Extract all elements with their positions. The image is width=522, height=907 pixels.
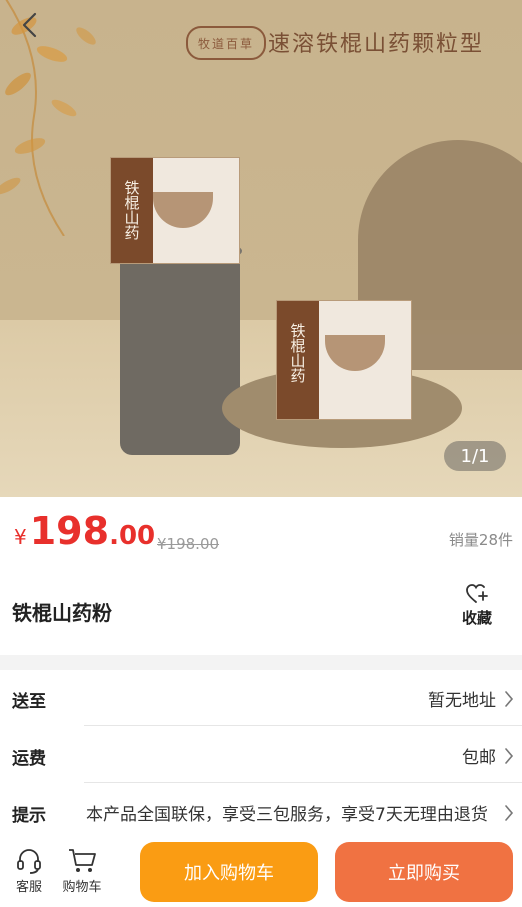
freight-label: 运费 [12,749,46,769]
bottom-action-bar: 客服 购物车 加入购物车 立即购买 [0,837,522,907]
product-info-panel: ¥ 198 .00 ¥198.00 销量28件 铁棍山药粉 收藏 [0,497,522,655]
customer-service-label: 客服 [15,880,42,895]
original-price: ¥198.00 [157,535,220,553]
chevron-left-icon [22,12,37,38]
divider [84,725,522,726]
product-image[interactable]: 铁棍山药 铁棍山药 牧道百草 速溶铁棍山药颗粒型 1/1 [0,0,522,497]
add-to-cart-button[interactable]: 加入购物车 [140,842,318,902]
ship-to-label: 送至 [12,692,46,712]
freight-value: 包邮 [462,748,496,768]
favorite-button[interactable]: 收藏 [452,583,502,628]
price-decimal: .00 [109,521,156,551]
chevron-right-icon [505,691,514,707]
product-name: 铁棍山药粉 [12,601,112,625]
back-button[interactable] [14,10,44,40]
shopping-cart-icon [69,849,96,872]
cart-button[interactable]: 购物车 [58,847,106,895]
tips-row[interactable]: 提示 本产品全国联保，享受三包服务，享受7天无理由退货 [0,784,522,840]
currency-symbol: ¥ [14,525,27,549]
ship-to-row[interactable]: 送至 暂无地址 [0,670,522,726]
ship-to-value: 暂无地址 [428,691,496,711]
tips-label: 提示 [12,806,46,826]
hero-title: 速溶铁棍山药颗粒型 [268,32,485,57]
cart-label: 购物车 [62,880,102,895]
box-spine-text: 铁棍山药 [288,323,307,383]
favorite-label: 收藏 [461,609,492,627]
tips-value: 本产品全国联保，享受三包服务，享受7天无理由退货 [86,805,488,825]
chevron-right-icon [505,748,514,764]
freight-row[interactable]: 运费 包邮 [0,727,522,783]
heart-plus-icon [466,584,488,603]
sales-count: 销量28件 [448,531,513,549]
brand-seal-logo: 牧道百草 [186,26,266,60]
chevron-right-icon [505,805,514,821]
headset-icon [17,849,41,874]
buy-now-button[interactable]: 立即购买 [335,842,513,902]
current-price: ¥ 198 .00 [14,509,155,553]
divider [84,782,522,783]
hero-pedestal [120,245,240,455]
image-counter: 1/1 [444,441,506,471]
product-box-small: 铁棍山药 [276,300,412,420]
price-integer: 198 [29,509,110,553]
customer-service-button[interactable]: 客服 [5,847,53,895]
detail-list: 送至 暂无地址 运费 包邮 提示 本产品全国联保，享受三包服务，享受7天无理由退… [0,670,522,840]
